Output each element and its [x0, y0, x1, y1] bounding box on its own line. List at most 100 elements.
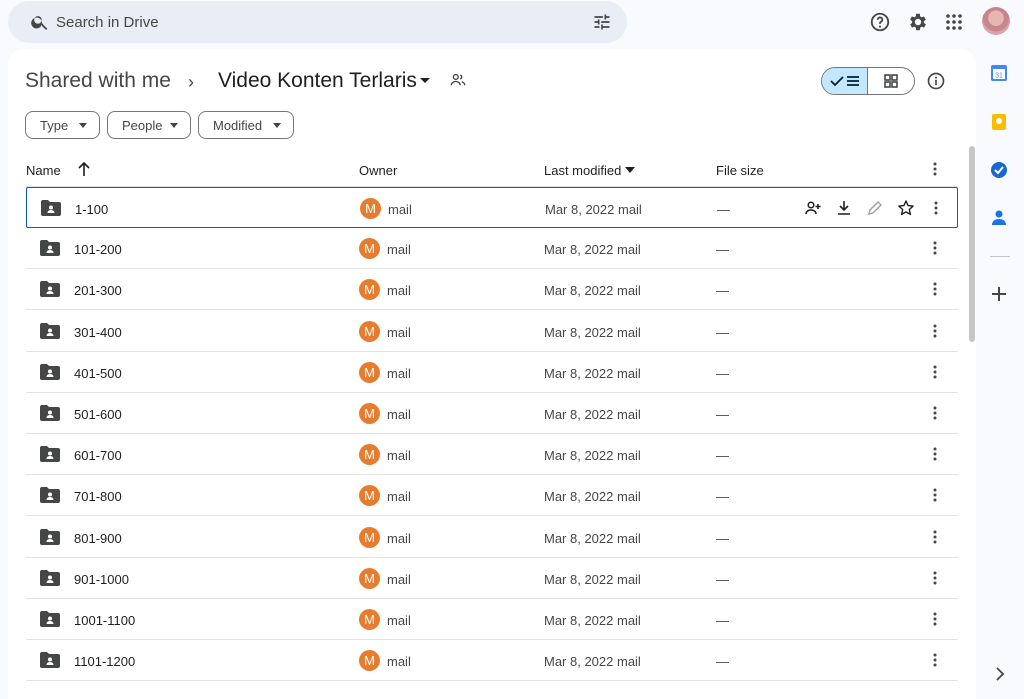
view-toggle[interactable] — [821, 67, 915, 95]
file-name[interactable]: 301-400 — [74, 325, 122, 340]
grid-view-button[interactable] — [868, 68, 914, 94]
file-name[interactable]: 801-900 — [74, 531, 122, 546]
shared-people-icon[interactable] — [449, 71, 467, 89]
keep-app-icon[interactable] — [989, 112, 1009, 132]
file-size: — — [716, 654, 729, 670]
column-header-file-size[interactable]: File size — [716, 163, 764, 178]
rename-pencil-icon[interactable] — [866, 199, 884, 217]
folder-menu-caret-icon[interactable] — [419, 76, 431, 86]
owner-avatar: M — [359, 279, 380, 301]
table-row[interactable]: 1101-1200 Mmail Mar 8, 2022 mail — — [26, 640, 958, 682]
column-header-last-modified[interactable]: Last modified — [544, 163, 621, 178]
more-actions-icon[interactable] — [926, 486, 944, 504]
table-row[interactable]: 901-1000 Mmail Mar 8, 2022 mail — — [26, 558, 958, 599]
account-avatar[interactable] — [982, 7, 1010, 35]
more-actions-icon[interactable] — [926, 651, 944, 669]
list-view-button[interactable] — [822, 68, 869, 94]
file-name[interactable]: 101-200 — [74, 242, 122, 257]
help-icon[interactable] — [868, 10, 892, 34]
file-name[interactable]: 501-600 — [74, 407, 122, 422]
star-icon[interactable] — [897, 199, 915, 217]
scrollbar[interactable] — [969, 146, 975, 342]
list-icon — [846, 76, 859, 86]
tasks-app-icon[interactable] — [989, 160, 1009, 180]
table-row[interactable]: 1-100 Mmail Mar 8, 2022 mail — — [26, 187, 958, 228]
apps-grid-icon[interactable] — [942, 10, 966, 34]
table-row[interactable]: 1001-1100 Mmail Mar 8, 2022 mail — — [26, 599, 958, 640]
owner-avatar: M — [360, 198, 381, 219]
file-name[interactable]: 201-300 — [74, 283, 122, 298]
filter-people-label: People — [122, 117, 163, 133]
filter-modified-chip[interactable]: Modified — [198, 111, 294, 139]
more-actions-icon[interactable] — [926, 239, 944, 257]
last-modified: Mar 8, 2022 mail — [544, 530, 641, 546]
more-actions-icon[interactable] — [926, 322, 944, 340]
file-size: — — [716, 489, 729, 505]
more-actions-icon[interactable] — [926, 610, 944, 628]
table-row[interactable]: 101-200 Mmail Mar 8, 2022 mail — — [26, 228, 958, 270]
chevron-down-icon — [79, 123, 87, 128]
shared-folder-icon — [40, 652, 60, 669]
shared-folder-icon — [40, 281, 60, 298]
breadcrumb-parent[interactable]: Shared with me — [25, 69, 171, 93]
filter-people-chip[interactable]: People — [107, 111, 191, 139]
settings-gear-icon[interactable] — [906, 10, 930, 34]
shared-folder-icon — [40, 528, 60, 545]
table-row[interactable]: 201-300 Mmail Mar 8, 2022 mail — — [26, 269, 958, 311]
chevron-right-icon[interactable] — [993, 665, 1007, 683]
owner-name: mail — [387, 283, 411, 299]
breadcrumb-current-folder[interactable]: Video Konten Terlaris — [218, 69, 417, 93]
check-icon — [829, 76, 844, 87]
file-name[interactable]: 1-100 — [75, 202, 108, 217]
filter-type-chip[interactable]: Type — [25, 111, 100, 139]
file-size: — — [716, 571, 729, 587]
owner-name: mail — [387, 654, 411, 670]
column-options-more-icon[interactable] — [926, 160, 944, 178]
info-icon[interactable] — [926, 71, 946, 91]
sort-ascending-arrow-icon[interactable] — [77, 161, 91, 177]
download-icon[interactable] — [835, 199, 853, 217]
column-header-owner[interactable]: Owner — [359, 163, 397, 178]
owner-avatar: M — [359, 444, 380, 466]
share-add-person-icon[interactable] — [804, 199, 822, 217]
column-header-name[interactable]: Name — [26, 163, 61, 178]
table-row[interactable]: 301-400 Mmail Mar 8, 2022 mail — — [26, 311, 958, 352]
search-bar[interactable]: Search in Drive — [8, 1, 627, 43]
last-modified: Mar 8, 2022 mail — [544, 571, 641, 587]
last-modified: Mar 8, 2022 mail — [544, 654, 641, 670]
owner-avatar: M — [359, 403, 380, 424]
more-actions-icon[interactable] — [926, 404, 944, 422]
more-actions-icon[interactable] — [927, 199, 945, 217]
last-modified: Mar 8, 2022 mail — [544, 242, 641, 258]
file-size: — — [717, 202, 730, 217]
more-actions-icon[interactable] — [926, 280, 944, 298]
file-size: — — [716, 613, 729, 628]
file-name[interactable]: 1101-1200 — [74, 654, 135, 669]
table-row[interactable]: 701-800 Mmail Mar 8, 2022 mail — — [26, 475, 958, 517]
owner-name: mail — [388, 202, 412, 217]
last-modified: Mar 8, 2022 mail — [544, 613, 641, 628]
file-name[interactable]: 701-800 — [74, 489, 122, 504]
more-actions-icon[interactable] — [926, 445, 944, 463]
search-icon[interactable] — [30, 12, 50, 32]
more-actions-icon[interactable] — [926, 528, 944, 546]
calendar-app-icon[interactable]: 31 — [989, 63, 1009, 83]
file-name[interactable]: 1001-1100 — [74, 613, 135, 628]
owner-avatar: M — [359, 650, 380, 672]
more-actions-icon[interactable] — [926, 363, 944, 381]
sort-dropdown-icon[interactable] — [625, 167, 635, 173]
table-row[interactable]: 801-900 Mmail Mar 8, 2022 mail — — [26, 517, 958, 558]
shared-folder-icon — [40, 240, 60, 257]
table-row[interactable]: 601-700 Mmail Mar 8, 2022 mail — — [26, 434, 958, 476]
file-name[interactable]: 401-500 — [74, 366, 122, 381]
table-row[interactable]: 401-500 Mmail Mar 8, 2022 mail — — [26, 352, 958, 393]
filter-type-label: Type — [40, 117, 69, 133]
add-app-plus-icon[interactable] — [989, 284, 1009, 304]
file-name[interactable]: 901-1000 — [74, 572, 129, 587]
contacts-app-icon[interactable] — [989, 207, 1009, 227]
search-options-icon[interactable] — [592, 12, 612, 32]
file-name[interactable]: 601-700 — [74, 448, 122, 463]
search-input[interactable]: Search in Drive — [56, 14, 159, 31]
table-row[interactable]: 501-600 Mmail Mar 8, 2022 mail — — [26, 393, 958, 434]
more-actions-icon[interactable] — [926, 569, 944, 587]
